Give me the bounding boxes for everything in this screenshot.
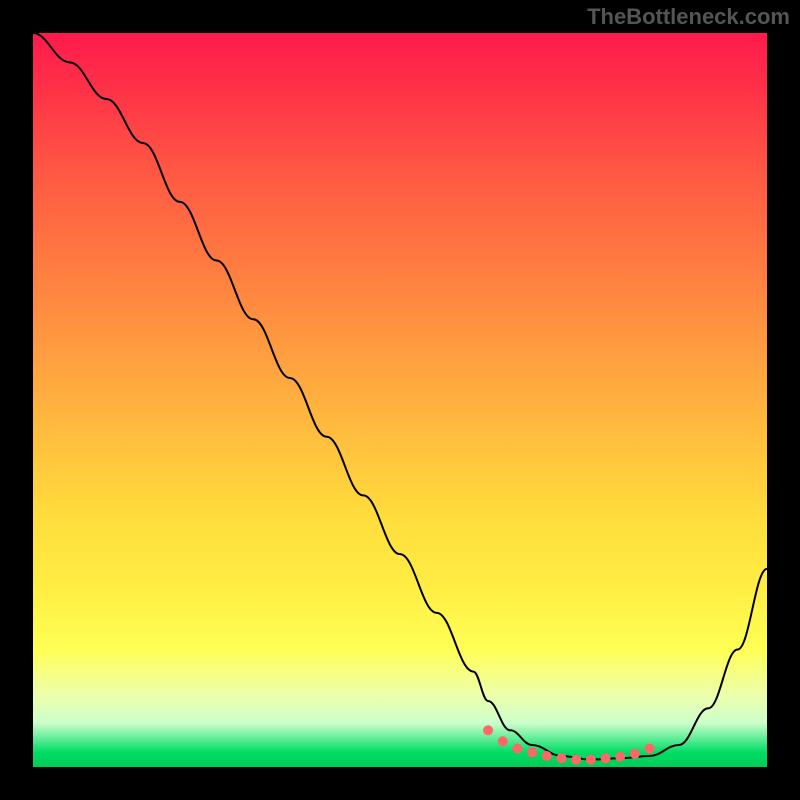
watermark-text: TheBottleneck.com [587, 4, 790, 30]
valley-dot [556, 753, 566, 763]
valley-dot [630, 749, 640, 759]
valley-dot [601, 753, 611, 763]
chart-svg [33, 33, 767, 767]
valley-dot [512, 744, 522, 754]
valley-dot [645, 744, 655, 754]
valley-dot [483, 725, 493, 735]
valley-dot [527, 747, 537, 757]
chart-plot-area [33, 33, 767, 767]
valley-dots-group [483, 725, 654, 764]
valley-dot [498, 736, 508, 746]
bottleneck-line [33, 33, 767, 760]
valley-dot [586, 755, 596, 765]
valley-dot [615, 752, 625, 762]
valley-dot [571, 755, 581, 765]
valley-dot [542, 751, 552, 761]
